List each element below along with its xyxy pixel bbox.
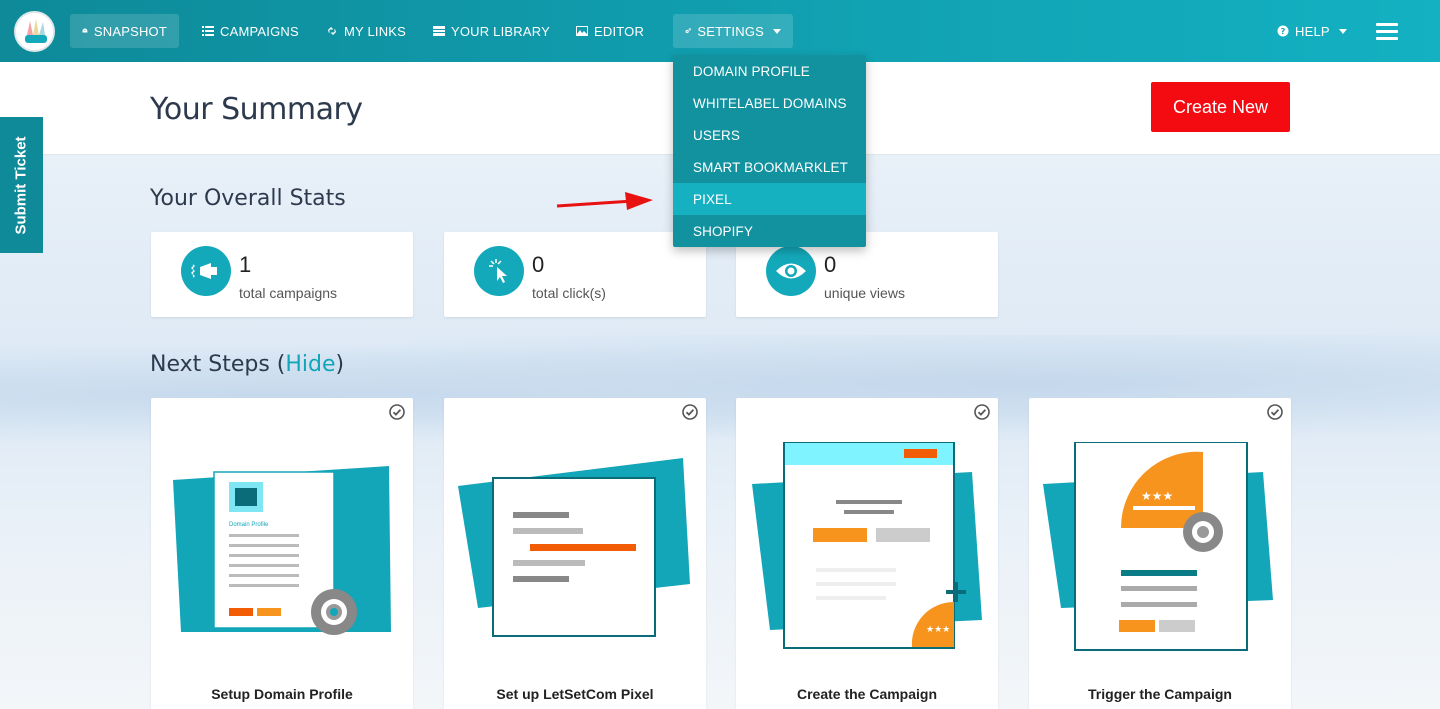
step-card-pixel[interactable]: Set up LetSetCom Pixel — [444, 398, 706, 709]
step-card-domain-profile[interactable]: Domain Profile Setup Domain Profile — [151, 398, 413, 709]
create-new-button[interactable]: Create New — [1151, 82, 1290, 132]
gears-icon — [685, 28, 691, 34]
stat-label: total campaigns — [239, 285, 338, 301]
app-logo[interactable] — [14, 11, 55, 52]
overall-stats-title: Your Overall Stats — [150, 186, 346, 211]
stat-value: 0 — [824, 252, 837, 277]
menu-icon[interactable] — [1376, 23, 1398, 41]
hide-link[interactable]: Hide — [285, 352, 335, 377]
megaphone-icon — [181, 246, 231, 296]
nav-snapshot[interactable]: SNAPSHOT — [70, 14, 179, 48]
nav-snapshot-label: SNAPSHOT — [93, 23, 167, 39]
check-circle-icon[interactable] — [682, 404, 698, 420]
submit-ticket-label: Submit Ticket — [13, 135, 30, 235]
nav-your-library[interactable]: YOUR LIBRARY — [421, 14, 562, 48]
svg-text:★★★: ★★★ — [926, 625, 950, 635]
pixel-illustration — [458, 458, 690, 637]
nav-help[interactable]: ? HELP — [1265, 14, 1359, 48]
list-icon — [202, 26, 214, 36]
next-steps-paren: ) — [335, 352, 345, 377]
menu-item-domain-profile[interactable]: DOMAIN PROFILE — [673, 55, 866, 87]
settings-dropdown: DOMAIN PROFILE WHITELABEL DOMAINS USERS … — [673, 55, 866, 247]
eye-icon — [766, 246, 816, 296]
menu-item-shopify[interactable]: SHOPIFY — [673, 215, 866, 247]
next-steps-title: Next Steps (Hide) — [150, 352, 344, 377]
nav-my-links[interactable]: MY LINKS — [314, 14, 418, 48]
submit-ticket-tab[interactable]: Submit Ticket — [0, 117, 43, 253]
trigger-campaign-illustration: ★★★ — [1043, 442, 1273, 651]
illustration-text: Domain Profile — [229, 522, 269, 528]
nav-campaigns[interactable]: CAMPAIGNS — [190, 14, 311, 48]
dashboard-icon — [82, 28, 88, 33]
question-circle-icon: ? — [1277, 25, 1289, 37]
stat-value: 1 — [239, 252, 252, 277]
step-card-create-campaign[interactable]: ★★★ Create the Campaign — [736, 398, 998, 709]
step-title: Create the Campaign — [796, 686, 938, 702]
link-icon — [328, 27, 336, 35]
stat-card-clicks: 0 total click(s) — [444, 232, 706, 317]
menu-item-whitelabel-domains[interactable]: WHITELABEL DOMAINS — [673, 87, 866, 119]
page-title: Your Summary — [150, 92, 363, 127]
red-arrow-annotation — [556, 192, 653, 210]
menu-item-users[interactable]: USERS — [673, 119, 866, 151]
check-circle-icon[interactable] — [1267, 404, 1283, 420]
step-title: Set up LetSetCom Pixel — [496, 686, 654, 702]
nav-campaigns-label: CAMPAIGNS — [220, 23, 299, 39]
step-card-trigger-campaign[interactable]: ★★★ Trigger the Campaign — [1029, 398, 1291, 709]
stat-value: 0 — [532, 252, 545, 277]
library-icon — [433, 26, 445, 36]
nav-your-library-label: YOUR LIBRARY — [451, 23, 550, 39]
step-title: Trigger the Campaign — [1088, 686, 1232, 702]
svg-text:★★★: ★★★ — [1141, 489, 1173, 503]
check-circle-icon[interactable] — [974, 404, 990, 420]
check-circle-icon[interactable] — [389, 404, 405, 420]
create-campaign-illustration: ★★★ — [752, 442, 982, 649]
top-navbar: SNAPSHOT CAMPAIGNS MY LINKS YOUR LIBRARY… — [0, 0, 1440, 62]
menu-item-smart-bookmarklet[interactable]: SMART BOOKMARKLET — [673, 151, 866, 183]
next-steps-label: Next Steps ( — [150, 352, 286, 377]
chevron-down-icon — [1338, 29, 1347, 34]
stat-label: total click(s) — [532, 285, 606, 301]
image-icon — [576, 26, 588, 36]
cursor-click-icon — [474, 246, 524, 296]
nav-settings[interactable]: SETTINGS — [673, 14, 793, 48]
step-title: Setup Domain Profile — [211, 686, 353, 702]
nav-help-label: HELP — [1295, 23, 1330, 39]
nav-editor[interactable]: EDITOR — [564, 14, 656, 48]
stat-label: unique views — [824, 285, 905, 301]
nav-my-links-label: MY LINKS — [344, 23, 407, 39]
svg-text:?: ? — [1281, 27, 1286, 36]
nav-editor-label: EDITOR — [594, 23, 645, 39]
domain-profile-illustration: Domain Profile — [173, 466, 391, 635]
menu-item-pixel[interactable]: PIXEL — [673, 183, 866, 215]
nav-settings-label: SETTINGS — [697, 23, 764, 39]
chevron-down-icon — [773, 29, 781, 34]
stat-card-campaigns: 1 total campaigns — [151, 232, 413, 317]
